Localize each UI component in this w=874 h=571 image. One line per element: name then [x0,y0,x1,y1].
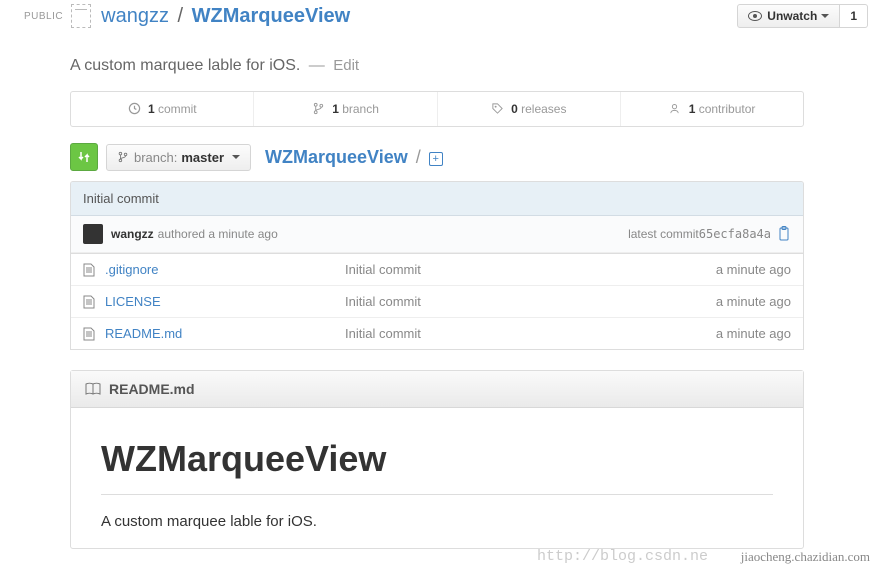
readme-body: WZMarqueeView A custom marquee lable for… [71,408,803,548]
watch-group: Unwatch 1 [737,4,868,28]
caret-down-icon [821,14,829,18]
branch-label: branch: [134,150,177,165]
readme-filename: README.md [109,381,195,397]
file-row: .gitignore Initial commit a minute ago [71,254,803,286]
owner-link[interactable]: wangzz [101,5,169,27]
contributors-tab[interactable]: 1 contributor [621,92,803,126]
file-icon [83,327,95,341]
author-link[interactable]: wangzz [111,227,154,241]
file-table: .gitignore Initial commit a minute ago L… [70,254,804,350]
repo-description: A custom marquee lable for iOS. — Edit [0,32,874,91]
latest-commit-label: latest commit [628,227,699,241]
eye-icon [748,11,762,21]
branches-count: 1 [332,102,339,116]
repo-icon [71,4,91,28]
git-branch-icon [117,150,129,164]
git-branch-icon [312,102,325,115]
breadcrumb-root[interactable]: WZMarqueeView [265,147,408,167]
file-time: a minute ago [716,262,791,277]
file-icon [83,263,95,277]
file-icon [83,295,95,309]
unwatch-button[interactable]: Unwatch [737,4,840,28]
readme-title: WZMarqueeView [101,438,773,495]
unwatch-label: Unwatch [767,9,817,23]
contributors-label: contributor [695,102,755,116]
commits-tab[interactable]: 1 commit [71,92,254,126]
repo-link[interactable]: WZMarqueeView [192,5,351,27]
public-badge: PUBLIC [24,11,63,22]
edit-description-link[interactable]: Edit [333,57,359,74]
file-commit-msg[interactable]: Initial commit [345,262,716,277]
create-file-button[interactable]: + [429,152,443,166]
stats-bar: 1 commit 1 branch 0 releases 1 contribut… [70,91,804,127]
watermark-text: jiaocheng.chazidian.com [741,549,870,565]
repo-title: wangzz / WZMarqueeView [101,5,350,28]
file-row: LICENSE Initial commit a minute ago [71,286,803,318]
file-row: README.md Initial commit a minute ago [71,318,803,349]
file-time: a minute ago [716,294,791,309]
compare-button[interactable] [70,143,98,171]
releases-count: 0 [511,102,518,116]
file-link[interactable]: LICENSE [105,294,345,309]
breadcrumb-sep: / [416,147,421,167]
title-separator: / [178,5,184,27]
breadcrumb: WZMarqueeView / + [265,147,443,168]
last-commit-box: Initial commit wangzz authored a minute … [70,181,804,254]
branch-value: master [181,150,224,165]
caret-down-icon [232,155,240,159]
book-icon [85,382,101,396]
file-link[interactable]: README.md [105,326,345,341]
repo-header: PUBLIC wangzz / WZMarqueeView Unwatch 1 [0,0,874,32]
commit-hash[interactable]: 65ecfa8a4a [699,227,771,241]
watch-count[interactable]: 1 [840,4,868,28]
description-dash: — [309,57,325,74]
person-icon [668,102,681,115]
compare-icon [77,150,91,164]
branch-select[interactable]: branch: master [106,144,251,171]
readme-header: README.md [71,371,803,408]
file-link[interactable]: .gitignore [105,262,345,277]
branches-label: branch [339,102,379,116]
file-time: a minute ago [716,326,791,341]
clipboard-icon[interactable] [777,226,791,242]
releases-label: releases [518,102,567,116]
last-commit-author-row: wangzz authored a minute ago latest comm… [71,216,803,253]
file-commit-msg[interactable]: Initial commit [345,326,716,341]
branch-row: branch: master WZMarqueeView / + [70,143,804,171]
file-commit-msg[interactable]: Initial commit [345,294,716,309]
watermark-text: http://blog.csdn.ne [537,548,708,565]
description-text: A custom marquee lable for iOS. [70,57,300,74]
history-icon [128,102,141,115]
tag-icon [491,102,504,115]
branches-tab[interactable]: 1 branch [254,92,437,126]
commits-count: 1 [148,102,155,116]
releases-tab[interactable]: 0 releases [438,92,621,126]
avatar[interactable] [83,224,103,244]
readme-box: README.md WZMarqueeView A custom marquee… [70,370,804,549]
last-commit-message[interactable]: Initial commit [71,182,803,216]
readme-paragraph: A custom marquee lable for iOS. [101,513,773,530]
author-action: authored a minute ago [158,227,278,241]
commits-label: commit [155,102,197,116]
